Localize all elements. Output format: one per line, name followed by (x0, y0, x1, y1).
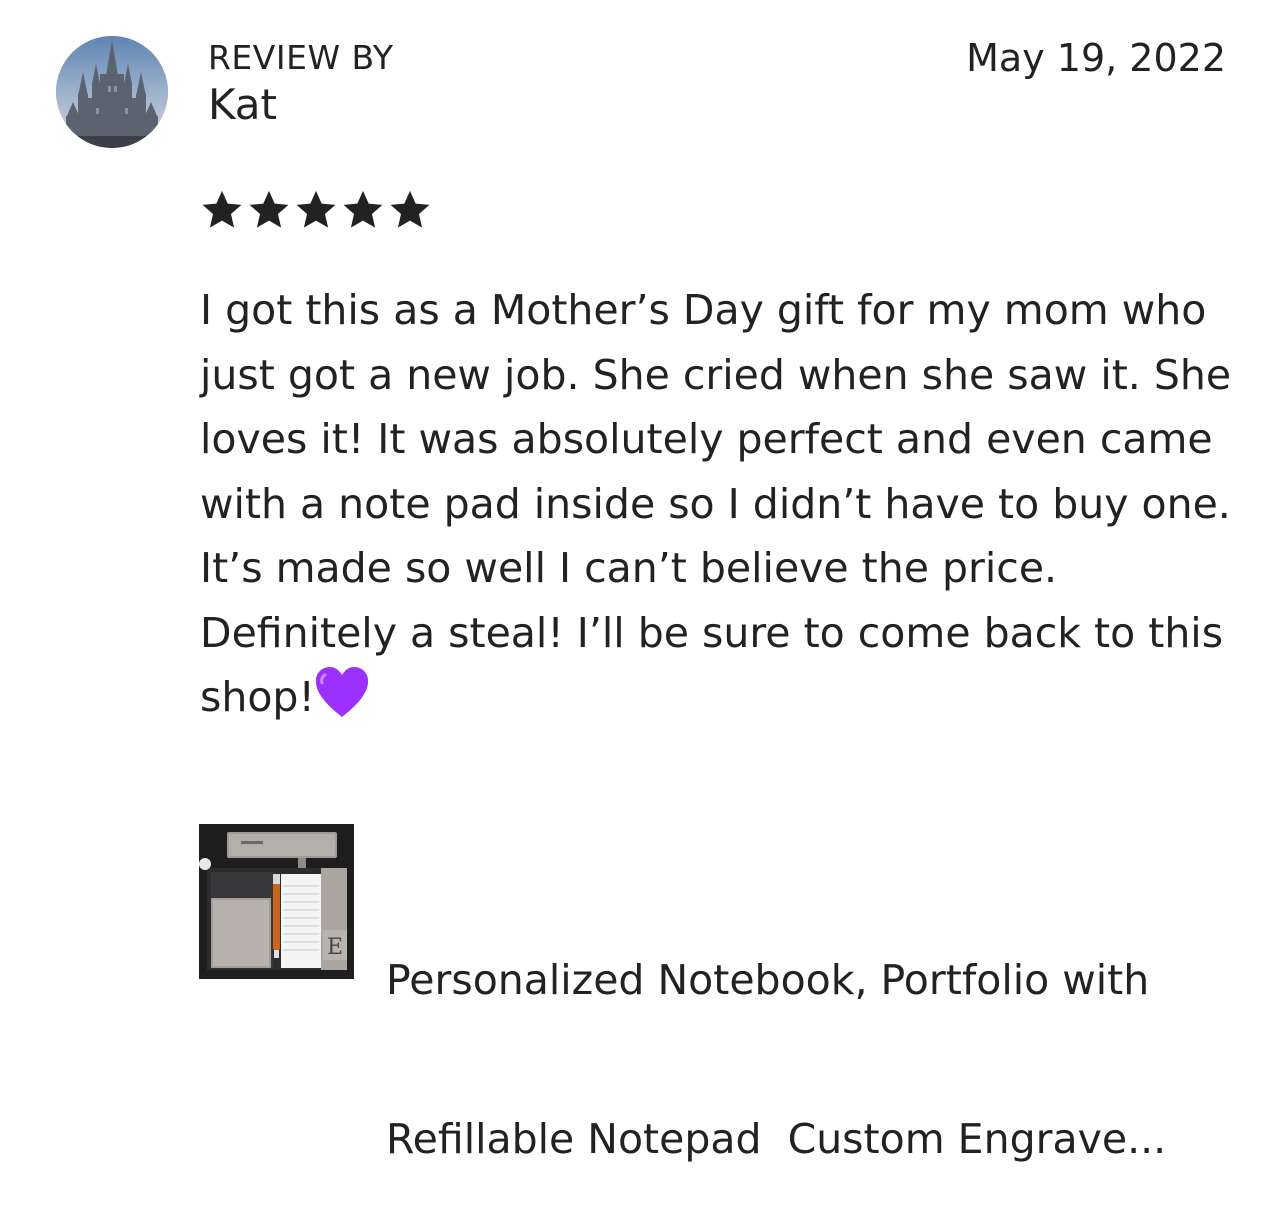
star-icon (249, 190, 289, 228)
review-date: May 19, 2022 (966, 36, 1226, 80)
castle-icon (56, 36, 168, 148)
star-icon (343, 190, 383, 228)
review-text: I got this as a Mother’s Day gift for my… (200, 278, 1240, 730)
notebook-portfolio-icon: E (199, 824, 354, 979)
star-icon (390, 190, 430, 228)
review-body: I got this as a Mother’s Day gift for my… (200, 286, 1232, 721)
reviewer-name[interactable]: Kat (208, 80, 277, 129)
product-title[interactable]: Personalized Notebook, Portfolio with Re… (386, 848, 1236, 1219)
star-icon (296, 190, 336, 228)
purple-heart-icon (315, 667, 369, 717)
star-rating (200, 188, 432, 232)
star-icon (202, 190, 242, 228)
review-by-label: REVIEW BY (208, 38, 394, 77)
reviewer-avatar[interactable] (56, 36, 168, 148)
product-thumbnail[interactable]: E (199, 824, 354, 979)
product-title-line-2: Refillable Notepad Custom Engrave... (386, 1115, 1167, 1163)
monogram-letter: E (327, 935, 343, 960)
product-title-line-1: Personalized Notebook, Portfolio with (386, 956, 1150, 1004)
